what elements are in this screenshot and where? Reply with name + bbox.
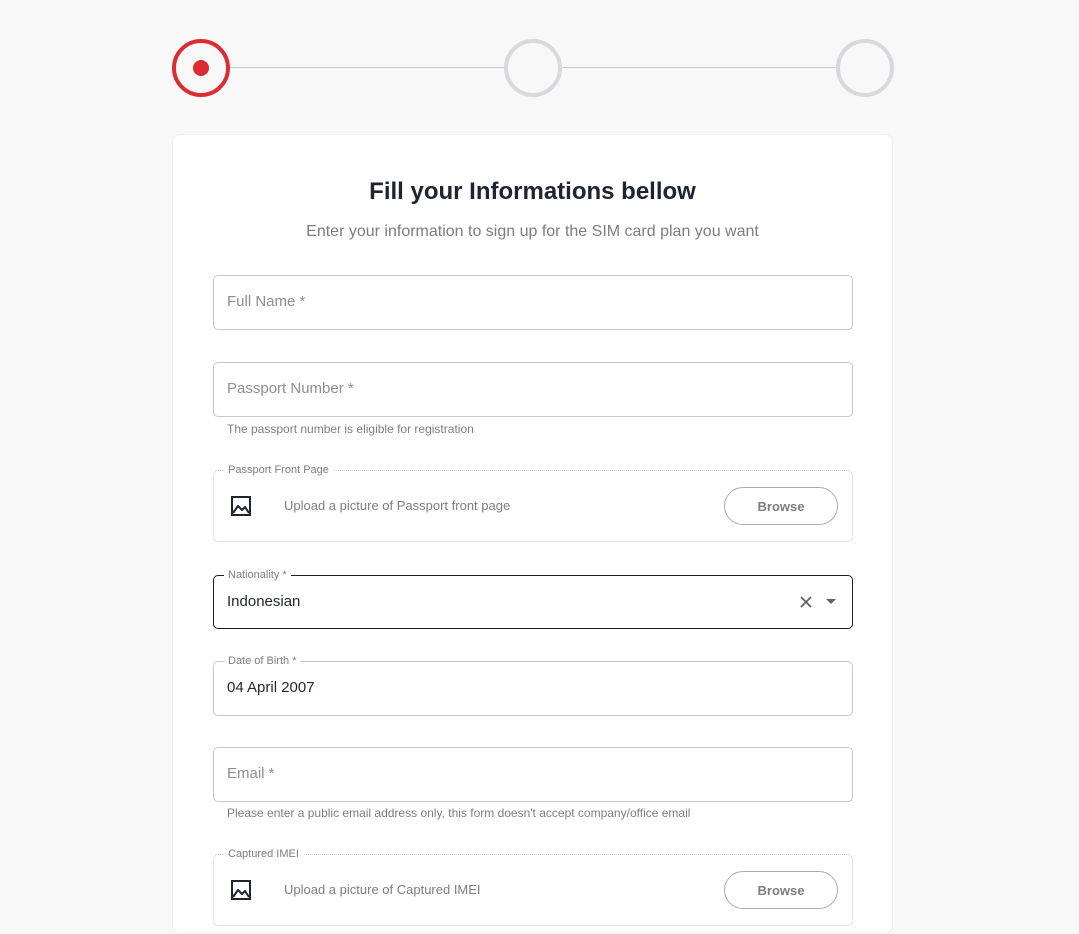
- progress-stepper: [172, 39, 894, 97]
- close-icon[interactable]: [798, 594, 814, 610]
- nationality-value: Indonesian: [227, 593, 301, 610]
- passport-number-field[interactable]: Passport Number *: [213, 362, 853, 417]
- full-name-field[interactable]: Full Name *: [213, 275, 853, 330]
- image-icon: [231, 496, 251, 516]
- date-of-birth-legend: Date of Birth *: [224, 654, 301, 668]
- captured-imei-upload: Captured IMEI Upload a picture of Captur…: [213, 847, 853, 926]
- full-name-placeholder: Full Name *: [227, 293, 306, 310]
- date-of-birth-value: 04 April 2007: [227, 679, 315, 696]
- stepper-connector: [562, 67, 836, 68]
- step-2-indicator: [504, 39, 562, 97]
- stepper-connector: [230, 67, 504, 68]
- nationality-select[interactable]: Nationality * Indonesian: [213, 568, 853, 629]
- caret-down-icon[interactable]: [825, 598, 837, 606]
- passport-number-placeholder: Passport Number *: [227, 380, 354, 397]
- form-title: Fill your Informations bellow: [369, 178, 696, 205]
- image-icon: [231, 880, 251, 900]
- form-subtitle: Enter your information to sign up for th…: [306, 223, 759, 240]
- captured-imei-browse-button[interactable]: Browse: [724, 871, 838, 909]
- step-3-indicator: [836, 39, 894, 97]
- passport-front-page-text: Upload a picture of Passport front page: [284, 498, 511, 513]
- email-helper: Please enter a public email address only…: [227, 806, 691, 820]
- passport-number-helper: The passport number is eligible for regi…: [227, 422, 474, 436]
- date-of-birth-field[interactable]: Date of Birth * 04 April 2007: [213, 654, 853, 716]
- step-1-indicator: [172, 39, 230, 97]
- email-field[interactable]: Email *: [213, 747, 853, 802]
- active-step-dot: [193, 60, 209, 76]
- captured-imei-legend: Captured IMEI: [224, 847, 303, 861]
- captured-imei-text: Upload a picture of Captured IMEI: [284, 882, 481, 897]
- nationality-legend: Nationality *: [224, 568, 291, 582]
- email-placeholder: Email *: [227, 765, 275, 782]
- passport-front-page-upload: Passport Front Page Upload a picture of …: [213, 463, 853, 542]
- passport-front-page-legend: Passport Front Page: [224, 463, 333, 477]
- registration-form-card: Fill your Informations bellow Enter your…: [172, 134, 893, 934]
- passport-front-page-browse-button[interactable]: Browse: [724, 487, 838, 525]
